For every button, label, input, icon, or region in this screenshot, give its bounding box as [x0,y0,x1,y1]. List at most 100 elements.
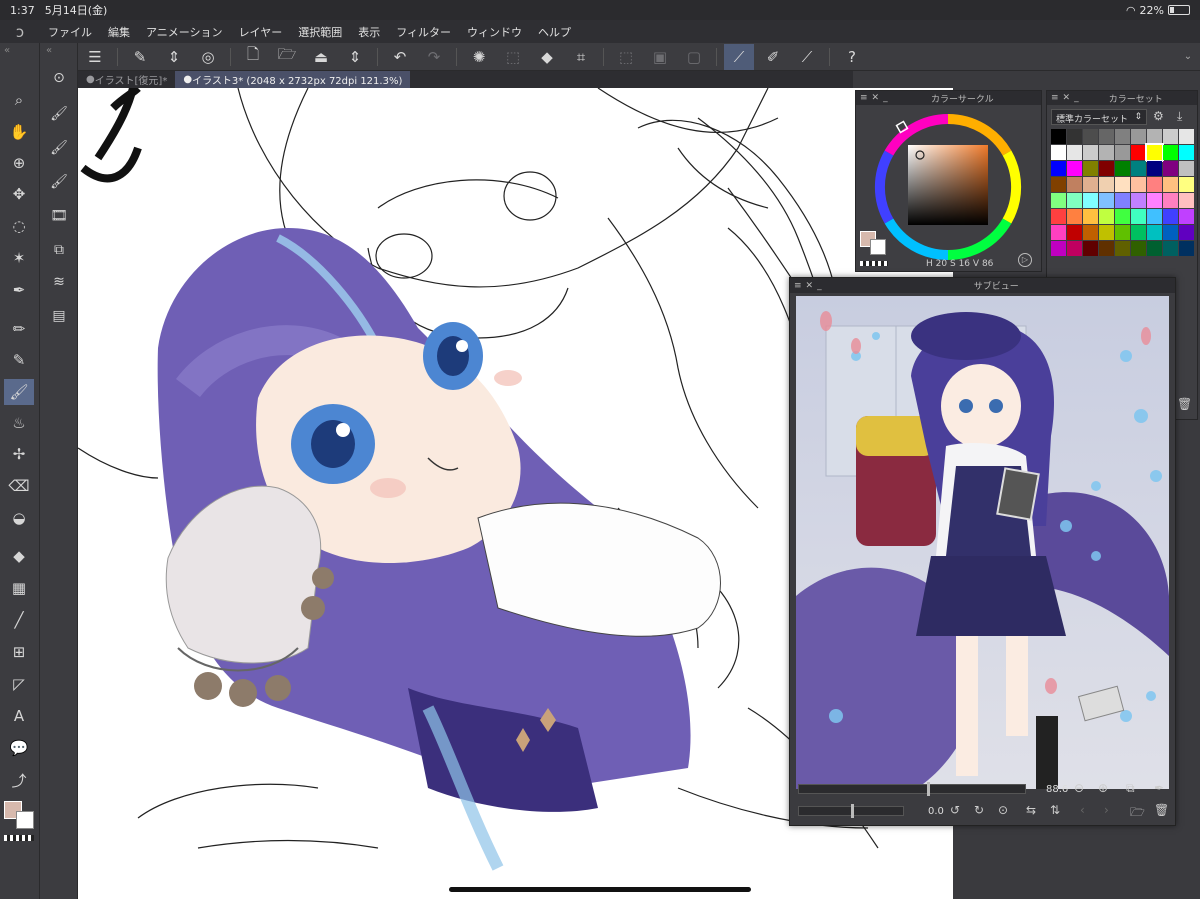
flip-vertical-icon[interactable]: ⇅ [1050,803,1060,817]
material-icon[interactable]: ▤ [44,303,74,329]
color-swatch[interactable] [1115,145,1130,160]
layers-icon[interactable]: ≋ [44,269,74,295]
color-swatch[interactable] [1131,129,1146,144]
color-swatch[interactable] [1179,241,1194,256]
fit-screen-icon[interactable]: ⧉ [1126,781,1135,796]
color-wheel[interactable] [870,109,1030,269]
color-swatch[interactable] [1083,161,1098,176]
color-swatch[interactable] [1179,193,1194,208]
transparent-chip-icon[interactable] [860,261,888,266]
rotate-left-icon[interactable]: ↺ [950,803,960,817]
color-swatch[interactable] [1067,161,1082,176]
color-swatch[interactable] [1179,129,1194,144]
color-swatch[interactable] [1083,177,1098,192]
layer-property-icon[interactable]: ⧉ [44,237,74,263]
color-swatch[interactable] [1115,129,1130,144]
hamburger-menu-icon[interactable]: ☰ [80,44,110,70]
color-swatch[interactable] [1099,193,1114,208]
color-swatch[interactable] [1067,209,1082,224]
color-swatch[interactable] [1131,177,1146,192]
color-swatch[interactable] [1115,209,1130,224]
menu-view[interactable]: 表示 [350,24,388,40]
color-swatch[interactable] [1163,193,1178,208]
trash-icon[interactable]: 🗑 [1154,803,1169,817]
move-tool-icon[interactable]: ✥ [4,181,34,207]
zoom-in-icon[interactable]: ⊕ [1098,781,1108,795]
color-swatch[interactable] [1131,161,1146,176]
color-swatch[interactable] [1051,161,1066,176]
brush-snap-icon[interactable]: ✐ [758,44,788,70]
color-swatch[interactable] [1083,193,1098,208]
color-swatch[interactable] [1083,241,1098,256]
rotate-right-icon[interactable]: ↻ [974,803,984,817]
color-swatch[interactable] [1163,209,1178,224]
color-swatch[interactable] [1099,177,1114,192]
correct-line-icon[interactable]: ⤴ [4,767,34,793]
color-swatch[interactable] [1115,177,1130,192]
toolbar-collapse-icon[interactable]: ⌄ [1176,51,1200,62]
figure-tool-icon[interactable]: ╱ [4,607,34,633]
menu-layer[interactable]: レイヤー [231,24,291,40]
help-icon[interactable]: ? [837,44,867,70]
deselect-icon[interactable]: ⬚ [611,44,641,70]
color-swatch[interactable] [1163,145,1178,160]
color-swatch[interactable] [1131,145,1146,160]
color-swatch[interactable] [1083,225,1098,240]
settings-icon[interactable]: ⚙ [1153,109,1164,123]
color-swatch[interactable] [1131,193,1146,208]
collapse-sub-icon[interactable]: « [46,45,52,56]
color-swatch[interactable] [1115,193,1130,208]
color-swatch-sub[interactable] [16,811,34,829]
hand-tool-icon[interactable]: ✋ [4,119,34,145]
color-swatch[interactable] [1179,177,1194,192]
color-swatch[interactable] [1067,177,1082,192]
subtool-brush-1-icon[interactable]: 🖌 [44,101,74,127]
menu-animation[interactable]: アニメーション [138,24,231,40]
navigator-icon[interactable]: ⊙ [44,65,74,91]
color-swatch[interactable] [1099,225,1114,240]
color-swatch[interactable] [1179,145,1194,160]
color-set-dropdown[interactable]: 標準カラーセット ⇕ [1051,109,1147,125]
brush-tool-icon[interactable]: 🖌 [4,379,34,405]
color-swatch[interactable] [1115,161,1130,176]
object-select-icon[interactable]: ⊕ [4,150,34,176]
gradient-tool-icon[interactable]: ▦ [4,575,34,601]
undo-icon[interactable]: ↶ [385,44,415,70]
redo-icon[interactable]: ↷ [419,44,449,70]
color-swatch[interactable] [1147,161,1162,176]
color-swatch[interactable] [1131,209,1146,224]
color-swatch[interactable] [1083,145,1098,160]
zoom-tool-icon[interactable]: ⌕ [4,87,34,113]
airbrush-icon[interactable]: ♨ [4,410,34,436]
color-swatch[interactable] [1099,145,1114,160]
menu-selection[interactable]: 選択範囲 [290,24,350,40]
subtool-brush-3-icon[interactable]: 🖌 [44,169,74,195]
color-swatch[interactable] [1051,193,1066,208]
menu-filter[interactable]: フィルター [388,24,459,40]
menu-window[interactable]: ウィンドウ [459,24,530,40]
close-icon[interactable]: ✕ [1063,93,1071,103]
tab-illustration-restored[interactable]: ● イラスト[復元]* [78,71,175,88]
transparent-color-icon[interactable] [4,835,34,841]
ruler-tool-icon[interactable]: ◸ [4,671,34,697]
color-swatch[interactable] [1051,225,1066,240]
panel-menu-icon[interactable]: ≡ [1051,93,1059,103]
fill-bucket-icon[interactable]: ◆ [532,44,562,70]
pen-tool-icon[interactable]: ✏ [4,316,34,342]
color-swatch[interactable] [1179,225,1194,240]
color-mode-icon[interactable]: ▷ [1018,253,1032,267]
color-swatch[interactable] [1099,161,1114,176]
eyedropper-icon[interactable]: ✒ [1154,781,1164,795]
spiral-icon[interactable]: ◎ [193,44,223,70]
open-folder-icon[interactable]: 🗁 [272,44,302,70]
color-swatch[interactable] [1067,225,1082,240]
color-swatch[interactable] [1145,143,1164,162]
color-swatch[interactable] [1067,145,1082,160]
frame-border-icon[interactable]: ⊞ [4,639,34,665]
color-swatch[interactable] [1163,129,1178,144]
panel-menu-icon[interactable]: ≡ [794,281,802,291]
blend-tool-icon[interactable]: ◒ [4,505,34,531]
magic-wand-icon[interactable]: ✶ [4,245,34,271]
color-swatch[interactable] [1115,241,1130,256]
previous-image-icon[interactable]: ‹ [1080,803,1085,817]
